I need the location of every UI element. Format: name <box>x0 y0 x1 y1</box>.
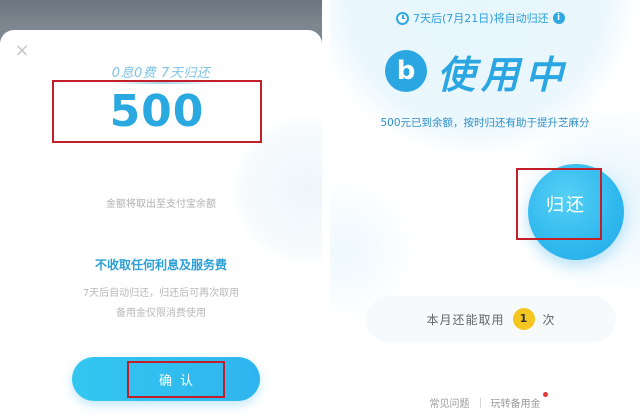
status-title: 使用中 <box>437 52 570 97</box>
rule-line-1: 7天后自动归还，归还后可再次取用 <box>82 288 240 299</box>
balance-note: 500元已到余额，按时归还有助于提升芝麻分 <box>380 117 590 129</box>
amount-highlight-box: 500 <box>52 80 262 143</box>
amount-description: 金额将取出至支付宝余额 <box>106 199 216 210</box>
auto-return-text: 7天后(7月21日)将自动归还 <box>413 12 549 25</box>
info-icon[interactable]: i <box>552 12 565 24</box>
clock-icon <box>396 11 409 25</box>
usage-suffix: 次 <box>542 312 556 327</box>
faq-link[interactable]: 常见问题 <box>420 395 480 410</box>
guide-link[interactable]: 玩转备用金 <box>481 392 551 410</box>
new-dot-icon <box>542 392 548 397</box>
confirm-label: 确认 <box>158 374 201 389</box>
slogan: 0息0费 7天归还 <box>111 66 211 81</box>
auto-return-notice: 7天后(7月21日)将自动归还 i <box>396 10 565 26</box>
rule-text: 7天后自动归还，归还后可再次取用 备用金仅限消费使用 <box>0 284 322 324</box>
no-fee-notice: 不收取任何利息及服务费 <box>94 258 227 272</box>
screenshot-stage: × 0息0费 7天归还 金额将取出至支付宝余额 不收取任何利息及服务费 7天后自… <box>0 0 640 419</box>
return-label: 归还 <box>546 195 586 216</box>
brand-logo-icon: b <box>385 50 427 92</box>
usage-prefix: 本月还能取用 <box>426 312 505 327</box>
confirm-highlight-box[interactable]: 确认 <box>127 361 225 398</box>
status-header: b 使用中 <box>385 44 569 98</box>
footer-links: 常见问题 玩转备用金 <box>330 392 640 410</box>
usage-count-badge: 1 <box>512 308 535 330</box>
guide-link-label: 玩转备用金 <box>490 399 541 410</box>
amount-value: 500 <box>109 86 205 137</box>
panel-divider <box>322 0 330 419</box>
usage-remaining: 本月还能取用 1 次 <box>366 296 616 342</box>
rule-line-2: 备用金仅限消费使用 <box>116 308 206 319</box>
close-icon[interactable]: × <box>14 42 30 60</box>
return-highlight-box[interactable]: 归还 <box>516 168 602 240</box>
